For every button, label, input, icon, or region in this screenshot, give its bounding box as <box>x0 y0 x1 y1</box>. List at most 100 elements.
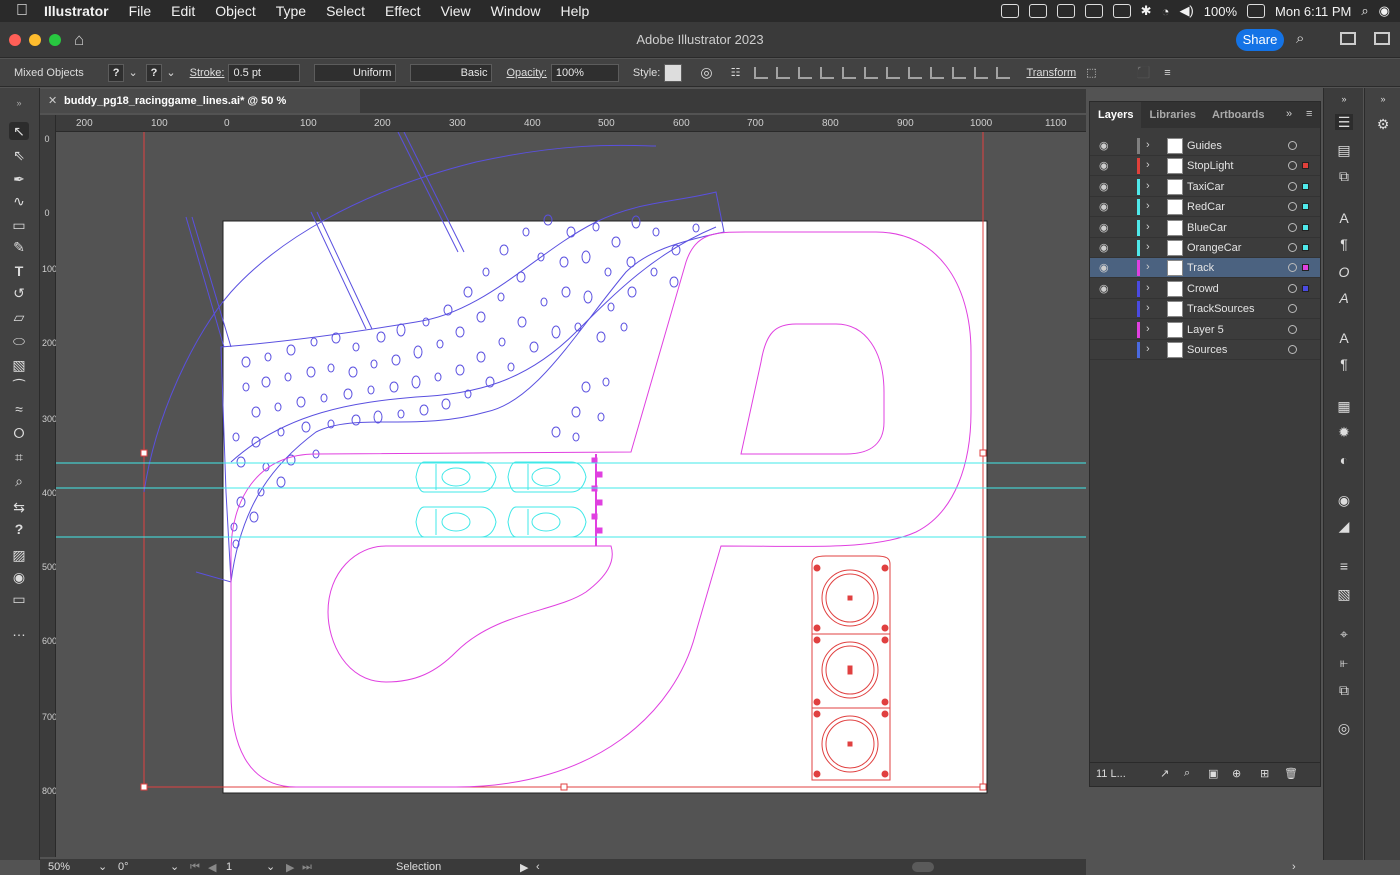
layer-name[interactable]: BlueCar <box>1187 222 1227 234</box>
locate-object-icon[interactable]: ⌕ <box>1184 767 1190 780</box>
menubar-clock[interactable]: Mon 6:11 PM <box>1275 4 1351 19</box>
artboard-number-field[interactable]: 1 <box>226 861 232 873</box>
layer-target-circle-icon[interactable] <box>1288 222 1297 232</box>
horizontal-scrollbar-thumb[interactable] <box>912 862 934 872</box>
battery-icon[interactable] <box>1247 4 1266 18</box>
paragraph-styles-icon[interactable]: ¶ <box>1335 356 1353 372</box>
previous-artboard-icon[interactable]: ◀ <box>208 861 216 874</box>
eyedropper-tool-icon[interactable]: ⁀ <box>9 378 29 396</box>
layer-target-circle-icon[interactable] <box>1288 202 1297 212</box>
menu-window[interactable]: Window <box>491 3 541 19</box>
layer-name[interactable]: Guides <box>1187 140 1222 152</box>
layer-name[interactable]: TaxiCar <box>1187 181 1224 193</box>
stroke-weight-field[interactable]: 0.5 pt <box>228 63 301 82</box>
share-button[interactable]: Share <box>1236 29 1284 51</box>
artwork-svg[interactable] <box>56 132 1086 857</box>
canvas-area[interactable] <box>56 132 1086 857</box>
new-sublayer-icon[interactable]: ⊕ <box>1232 767 1241 780</box>
layer-target-circle-icon[interactable] <box>1288 283 1297 293</box>
layer-target-circle-icon[interactable] <box>1288 345 1297 354</box>
arrange-icon[interactable]: ⬛ <box>1137 66 1151 79</box>
distribute-horizontal-center-icon[interactable] <box>974 66 989 79</box>
distribute-right-icon[interactable] <box>996 66 1011 79</box>
color-panel-icon[interactable]: ◉ <box>1335 492 1353 508</box>
layer-row[interactable]: ◉ › Track <box>1090 258 1320 279</box>
layer-selection-indicator[interactable] <box>1302 264 1309 272</box>
transform-panel-icon[interactable]: ⌖ <box>1335 626 1353 642</box>
paragraph-panel-icon[interactable]: ¶ <box>1335 236 1353 252</box>
layer-row[interactable]: ◉ › StopLight <box>1090 156 1320 177</box>
layer-row[interactable]: ◉ › TaxiCar <box>1090 177 1320 197</box>
brushes-panel-icon[interactable]: ✹ <box>1335 424 1353 440</box>
delete-layer-icon[interactable]: 🗑 <box>1284 767 1298 780</box>
rotate-tool-icon[interactable]: ↺ <box>9 284 29 302</box>
menu-help[interactable]: Help <box>560 3 589 19</box>
layer-selection-indicator[interactable] <box>1302 284 1309 292</box>
layer-target-circle-icon[interactable] <box>1288 263 1297 273</box>
expand-layer-chevron-icon[interactable]: › <box>1146 139 1150 151</box>
menu-app-name[interactable]: Illustrator <box>44 3 109 19</box>
align-horizontal-center-icon[interactable] <box>776 66 791 79</box>
next-artboard-icon[interactable]: ▶ <box>286 861 294 874</box>
gradient-tool-icon[interactable]: ▧ <box>9 356 29 374</box>
menu-view[interactable]: View <box>441 3 471 19</box>
character-panel-icon[interactable]: A <box>1335 210 1353 226</box>
brush-definition-dropdown[interactable]: Basic <box>410 63 493 82</box>
screen-mode-icon[interactable]: ▭ <box>9 590 29 608</box>
tab-layers[interactable]: Layers <box>1090 102 1142 128</box>
visibility-eye-icon[interactable]: ◉ <box>1099 282 1109 295</box>
menu-effect[interactable]: Effect <box>385 3 421 19</box>
visibility-eye-icon[interactable]: ◉ <box>1099 261 1109 274</box>
layer-name[interactable]: StopLight <box>1187 160 1233 172</box>
opacity-field[interactable]: 100% <box>550 63 619 82</box>
spotlight-search-icon[interactable]: ⌕ <box>1361 3 1368 19</box>
expand-layer-chevron-icon[interactable]: › <box>1146 302 1150 314</box>
graphic-style-swatch[interactable] <box>664 63 683 82</box>
creative-cloud-icon[interactable] <box>1000 4 1019 18</box>
layer-row[interactable]: ◉ › Guides <box>1090 136 1320 156</box>
character-styles-icon[interactable]: A <box>1335 330 1353 346</box>
zoom-level-field[interactable]: 50% <box>48 861 70 873</box>
align-panel-icon[interactable]: ⫦ <box>1335 654 1353 670</box>
layer-row[interactable]: ◉ › OrangeCar <box>1090 238 1320 258</box>
bluetooth-icon[interactable]: ✱ <box>1141 3 1152 19</box>
direct-selection-tool-icon[interactable]: ⇖ <box>9 146 29 164</box>
first-artboard-icon[interactable]: ⏮ <box>190 861 200 874</box>
align-vertical-center-icon[interactable] <box>842 66 857 79</box>
layer-row[interactable]: ◉ › Crowd <box>1090 279 1320 299</box>
rotation-field[interactable]: 0° <box>118 861 129 873</box>
vertical-ruler[interactable]: 0 0 100 200 300 400 500 600 700 800 <box>40 115 57 857</box>
collapse-panel-icon[interactable]: » <box>1286 108 1292 120</box>
horizontal-ruler[interactable]: 200 100 0 100 200 300 400 500 600 700 80… <box>56 115 1086 132</box>
curvature-tool-icon[interactable]: ∿ <box>9 192 29 210</box>
arrange-documents-icon[interactable] <box>1340 32 1356 45</box>
expand-layer-chevron-icon[interactable]: › <box>1146 323 1150 335</box>
visibility-eye-icon[interactable]: ◉ <box>1099 139 1109 152</box>
fill-stroke-indicator[interactable]: ? <box>9 520 29 538</box>
distribute-top-icon[interactable] <box>886 66 901 79</box>
wifi-icon[interactable]: ◔ <box>1162 4 1170 19</box>
menu-object[interactable]: Object <box>215 3 255 19</box>
more-options-icon[interactable]: ≡ <box>1164 67 1170 79</box>
expand-layer-chevron-icon[interactable]: › <box>1146 180 1150 192</box>
tab-artboards[interactable]: Artboards <box>1204 102 1273 128</box>
eraser-tool-icon[interactable]: ▱ <box>9 308 29 326</box>
layer-target-circle-icon[interactable] <box>1288 141 1297 150</box>
artboards-panel-icon[interactable]: ⧉ <box>1335 168 1353 184</box>
cloud-sync-icon[interactable] <box>1056 4 1075 18</box>
shape-builder-tool-icon[interactable]: ⬭ <box>9 332 29 350</box>
rotation-dropdown-icon[interactable]: ⌄ <box>170 860 179 873</box>
gradient-panel-icon[interactable]: ▧ <box>1335 586 1353 602</box>
menu-type[interactable]: Type <box>276 3 306 19</box>
document-tab[interactable]: ✕ buddy_pg18_racinggame_lines.ai* @ 50 %… <box>40 89 360 131</box>
align-left-icon[interactable] <box>754 66 769 79</box>
layer-target-circle-icon[interactable] <box>1288 304 1297 314</box>
layer-row[interactable]: ◉ › RedCar <box>1090 197 1320 218</box>
stroke-panel-icon[interactable]: ≡ <box>1335 558 1353 574</box>
close-tab-icon[interactable]: ✕ <box>48 89 57 113</box>
visibility-eye-icon[interactable]: ◉ <box>1099 180 1109 193</box>
layer-selection-indicator[interactable] <box>1302 162 1309 170</box>
recolor-artwork-icon[interactable]: ◎ <box>700 64 712 81</box>
select-similar-icon[interactable]: ☷ <box>731 66 741 79</box>
expand-layer-chevron-icon[interactable]: › <box>1146 221 1150 233</box>
